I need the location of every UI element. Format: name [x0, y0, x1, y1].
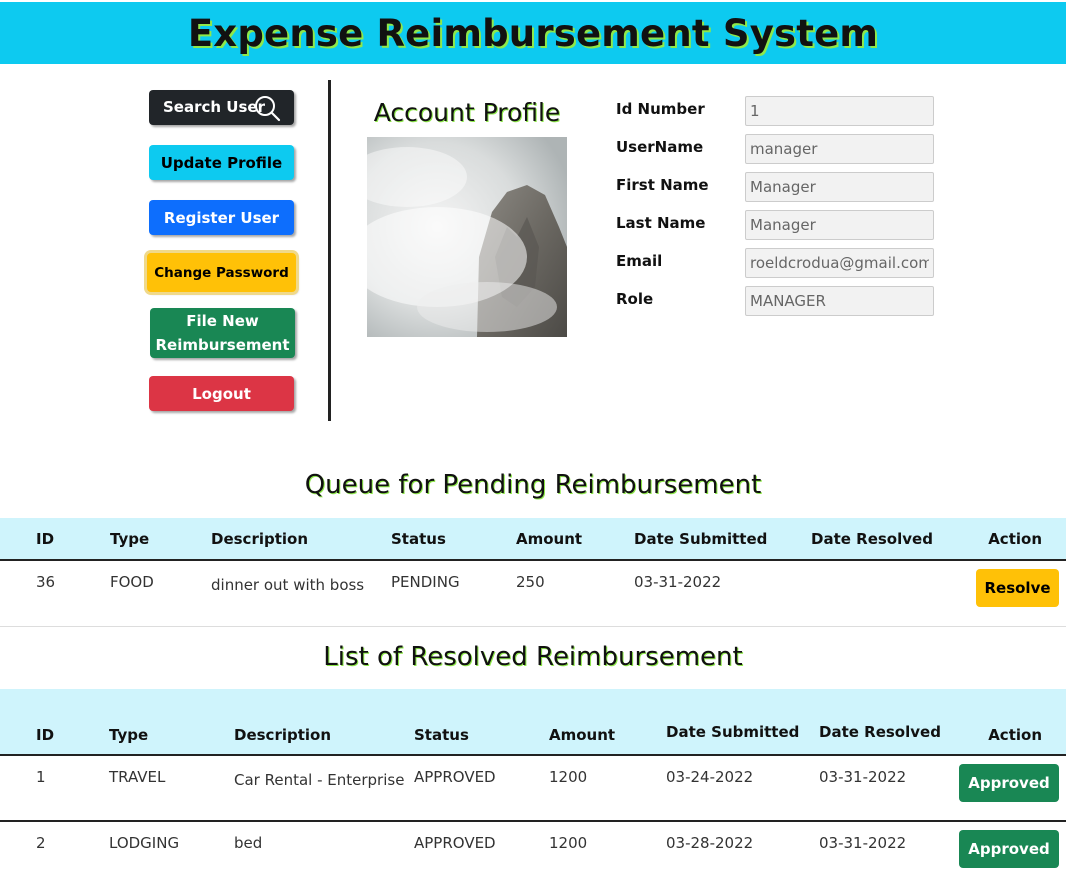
col-header-action: Action [949, 689, 1066, 756]
search-user-label: Search User [163, 98, 265, 116]
cell-date-resolved: 03-31-2022 [819, 755, 949, 822]
col-header-type: Type [109, 689, 234, 756]
col-header-description: Description [211, 518, 391, 561]
cell-date-submitted: 03-24-2022 [666, 755, 819, 822]
col-header-date-resolved: Date Resolved [819, 689, 949, 756]
logout-button[interactable]: Logout [149, 376, 294, 411]
id-number-field[interactable] [745, 96, 934, 126]
resolved-table: ID Type Description Status Amount Date S… [0, 689, 1066, 884]
col-header-status: Status [414, 689, 549, 756]
col-header-date-submitted: Date Submitted [634, 518, 811, 561]
cell-action: Approved [949, 755, 1066, 822]
username-label: UserName [616, 138, 704, 156]
table-row: 1 TRAVEL Car Rental - Enterprise APPROVE… [0, 755, 1066, 822]
update-profile-button[interactable]: Update Profile [149, 145, 294, 180]
profile-picture [367, 137, 567, 337]
col-header-amount: Amount [549, 689, 666, 756]
search-icon [255, 96, 281, 122]
cell-status: APPROVED [414, 821, 549, 884]
col-header-status: Status [391, 518, 516, 561]
email-field[interactable] [745, 248, 934, 278]
cell-id: 1 [0, 755, 109, 822]
cell-date-resolved: 03-31-2022 [819, 821, 949, 884]
cell-amount: 1200 [549, 821, 666, 884]
app-header: Expense Reimbursement System [0, 2, 1066, 64]
role-label: Role [616, 290, 654, 308]
col-header-description: Description [234, 689, 414, 756]
vertical-divider [328, 80, 331, 421]
cell-description: Car Rental - Enterprise [234, 755, 414, 822]
col-header-amount: Amount [516, 518, 634, 561]
col-header-type: Type [110, 518, 211, 561]
app-title: Expense Reimbursement System [187, 12, 879, 55]
col-header-id: ID [0, 518, 110, 561]
col-header-date-submitted: Date Submitted [666, 689, 819, 756]
col-header-action: Action [961, 518, 1066, 561]
role-field[interactable] [745, 286, 934, 316]
cell-status: PENDING [391, 560, 516, 627]
resolved-section-title: List of Resolved Reimbursement [323, 642, 743, 672]
register-user-button[interactable]: Register User [149, 200, 294, 235]
id-number-label: Id Number [616, 100, 705, 118]
resolve-button[interactable]: Resolve [976, 569, 1059, 607]
last-name-label: Last Name [616, 214, 706, 232]
profile-title: Account Profile [373, 98, 561, 127]
cell-amount: 250 [516, 560, 634, 627]
table-row: 36 FOOD dinner out with boss PENDING 250… [0, 560, 1066, 627]
cell-action: Resolve [961, 560, 1066, 627]
pending-table: ID Type Description Status Amount Date S… [0, 518, 1066, 627]
cell-id: 2 [0, 821, 109, 884]
change-password-button[interactable]: Change Password [147, 253, 296, 292]
search-user-button[interactable]: Search User [149, 90, 294, 125]
first-name-label: First Name [616, 176, 709, 194]
approved-button[interactable]: Approved [959, 764, 1059, 802]
cell-date-submitted: 03-31-2022 [634, 560, 811, 627]
table-header-row: ID Type Description Status Amount Date S… [0, 518, 1066, 561]
cell-type: FOOD [110, 560, 211, 627]
cell-description: dinner out with boss [211, 560, 391, 627]
cell-action: Approved [949, 821, 1066, 884]
cell-type: TRAVEL [109, 755, 234, 822]
col-header-id: ID [0, 689, 109, 756]
approved-button[interactable]: Approved [959, 830, 1059, 868]
cell-id: 36 [0, 560, 110, 627]
last-name-field[interactable] [745, 210, 934, 240]
email-label: Email [616, 252, 663, 270]
username-field[interactable] [745, 134, 934, 164]
cell-status: APPROVED [414, 755, 549, 822]
cell-description: bed [234, 821, 414, 884]
first-name-field[interactable] [745, 172, 934, 202]
table-header-row: ID Type Description Status Amount Date S… [0, 689, 1066, 756]
cell-amount: 1200 [549, 755, 666, 822]
cell-type: LODGING [109, 821, 234, 884]
cell-date-submitted: 03-28-2022 [666, 821, 819, 884]
pending-section-title: Queue for Pending Reimbursement [304, 470, 762, 500]
file-reimbursement-button[interactable]: File New Reimbursement [150, 308, 295, 358]
col-header-date-resolved: Date Resolved [811, 518, 961, 561]
cell-date-resolved [811, 560, 961, 627]
table-row: 2 LODGING bed APPROVED 1200 03-28-2022 0… [0, 821, 1066, 884]
